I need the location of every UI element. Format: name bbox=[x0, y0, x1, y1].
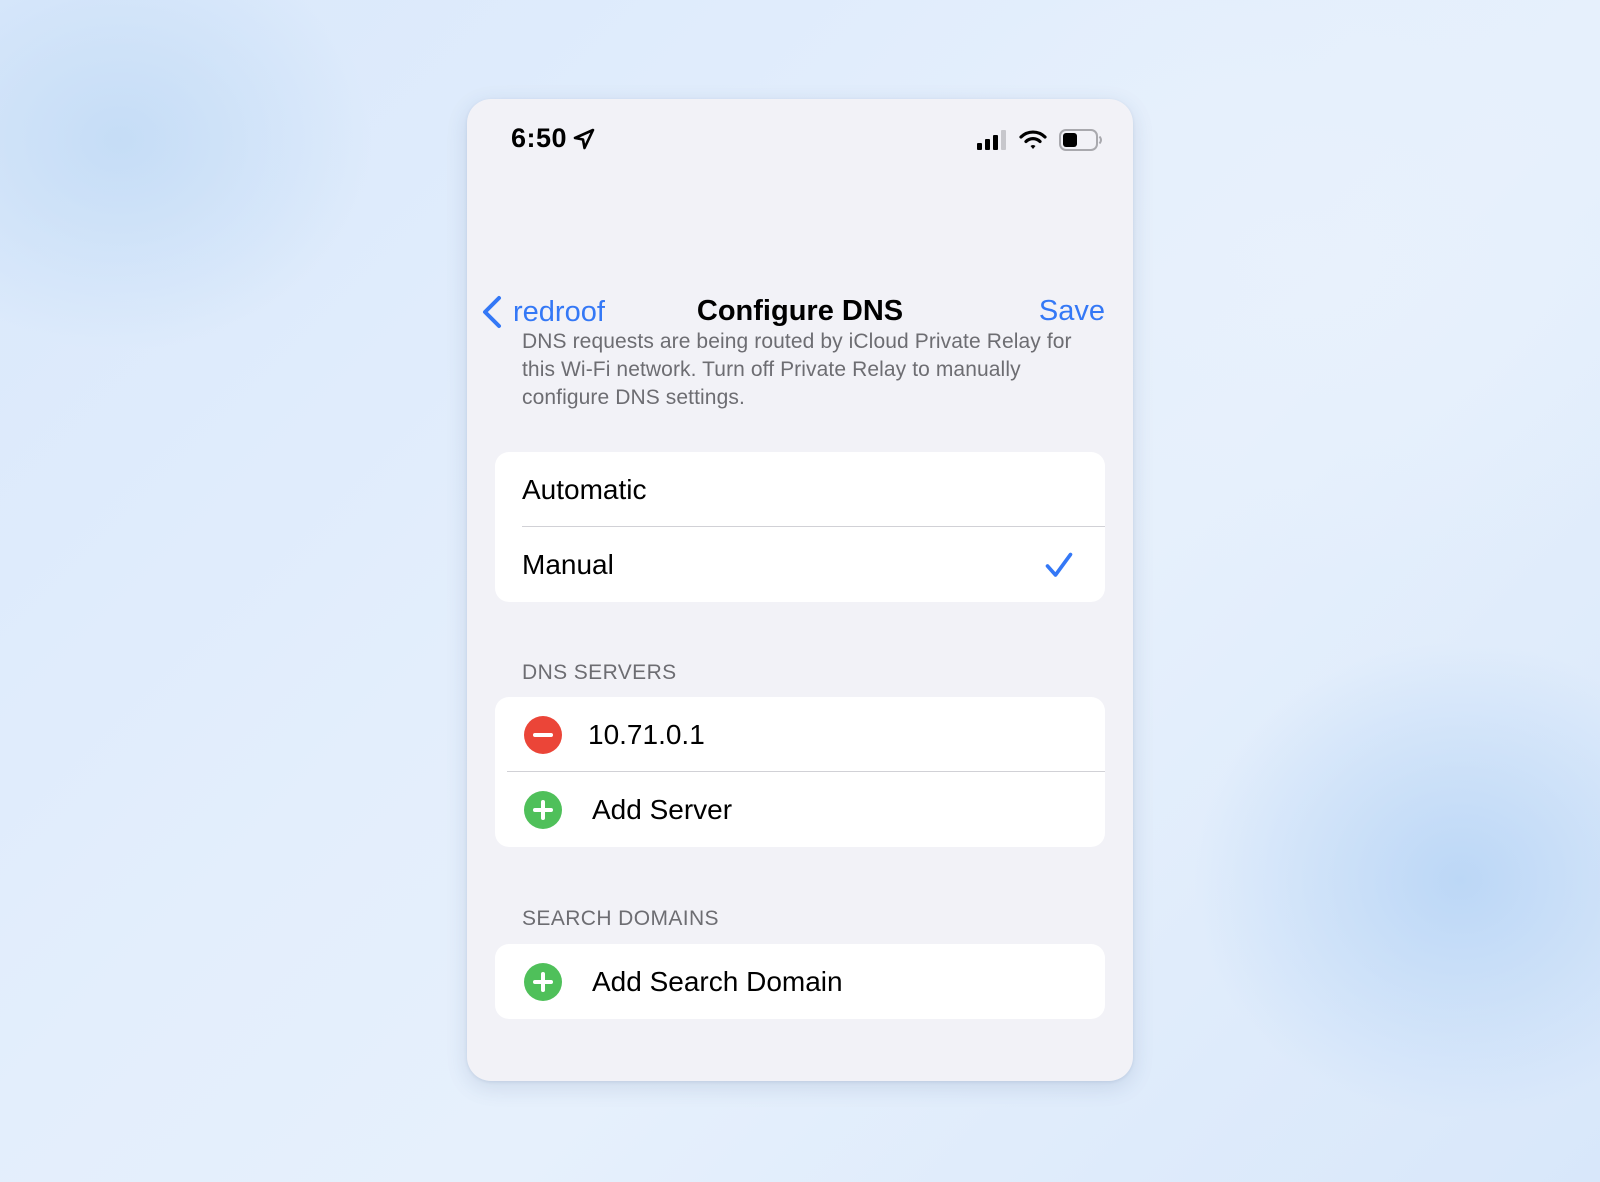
remove-circle-icon[interactable] bbox=[524, 715, 562, 754]
dns-servers-header: DNS SERVERS bbox=[522, 661, 677, 684]
mode-option-label: Automatic bbox=[522, 473, 647, 505]
dns-server-address: 10.71.0.1 bbox=[588, 718, 705, 750]
dns-server-row[interactable]: 10.71.0.1 bbox=[495, 697, 1105, 772]
add-search-domain-row[interactable]: Add Search Domain bbox=[495, 944, 1105, 1019]
mode-option-manual[interactable]: Manual bbox=[495, 527, 1105, 602]
add-circle-icon[interactable] bbox=[524, 790, 562, 829]
save-button[interactable]: Save bbox=[1039, 297, 1105, 326]
status-icons bbox=[977, 129, 1103, 151]
dns-servers-group: 10.71.0.1 Add Server bbox=[495, 697, 1105, 847]
add-server-row[interactable]: Add Server bbox=[495, 772, 1105, 847]
status-time: 6:50 bbox=[511, 123, 595, 154]
location-arrow-icon bbox=[573, 128, 595, 150]
battery-icon bbox=[1059, 129, 1103, 151]
private-relay-notice: DNS requests are being routed by iCloud … bbox=[522, 330, 1072, 409]
page-title: Configure DNS bbox=[696, 295, 904, 327]
mode-option-label: Manual bbox=[522, 548, 614, 580]
cellular-signal-icon bbox=[977, 130, 1007, 150]
add-circle-icon[interactable] bbox=[524, 962, 562, 1001]
status-time-text: 6:50 bbox=[511, 123, 568, 153]
phone-screen: 6:50 redroof Configure DNS Save DNS requ… bbox=[467, 99, 1133, 1081]
dns-mode-group: Automatic Manual bbox=[495, 452, 1105, 602]
checkmark-icon bbox=[1045, 552, 1073, 578]
wifi-icon bbox=[1019, 130, 1047, 150]
add-search-domain-label: Add Search Domain bbox=[592, 965, 843, 997]
add-server-label: Add Server bbox=[592, 793, 733, 825]
search-domains-group: Add Search Domain bbox=[495, 944, 1105, 1019]
mode-option-automatic[interactable]: Automatic bbox=[495, 452, 1105, 527]
search-domains-header: SEARCH DOMAINS bbox=[522, 907, 719, 930]
